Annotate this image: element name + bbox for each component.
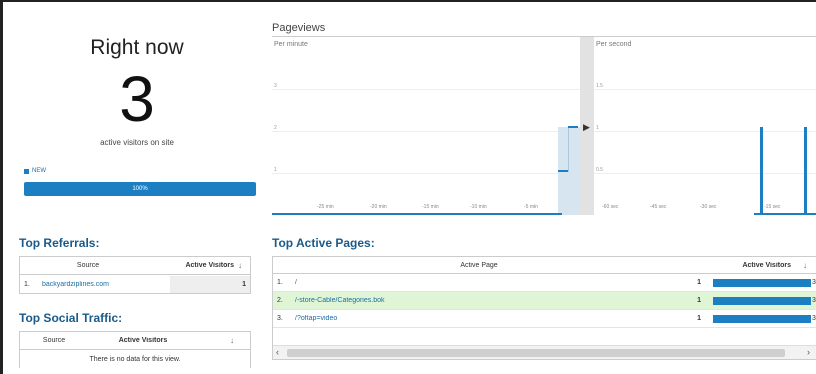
y-axis-label: 2 bbox=[274, 125, 277, 131]
gridline bbox=[594, 173, 816, 174]
y-axis-label: 0.5 bbox=[596, 167, 603, 173]
visitors-bar bbox=[713, 296, 811, 305]
table-row: 1. backyardziplines.com 1 bbox=[20, 275, 250, 293]
column-source[interactable]: Source bbox=[20, 262, 156, 269]
empty-message: There is no data for this view. bbox=[89, 355, 181, 363]
sort-down-icon[interactable]: ↓ bbox=[238, 261, 250, 270]
x-tick: -45 sec bbox=[650, 204, 667, 210]
visitors-bar-cell bbox=[705, 314, 811, 323]
x-tick: -15 sec bbox=[764, 204, 781, 210]
gridline bbox=[594, 89, 816, 90]
table-header: Active Page Active Visitors ↓ bbox=[273, 257, 816, 274]
table-row-highlighted: 2. /-store-Cable/Categories.bok 1 3 bbox=[273, 292, 816, 310]
pageviews-title: Pageviews bbox=[272, 22, 326, 34]
bar-value: 3 bbox=[812, 297, 816, 304]
scroll-right-icon[interactable]: › bbox=[807, 347, 810, 357]
new-visitors-bar: 100% bbox=[24, 182, 256, 196]
y-axis-label: 1 bbox=[596, 125, 599, 131]
right-now-title: Right now bbox=[90, 36, 184, 59]
right-now-panel: Right now 3 active visitors on site NEW … bbox=[8, 10, 266, 206]
top-referrals-title: Top Referrals: bbox=[19, 236, 100, 250]
pageviews-chart: Per minute 3 2 1 -25 min -20 min -15 min… bbox=[272, 36, 816, 215]
legend-swatch bbox=[24, 168, 29, 174]
column-active-visitors[interactable]: Active Visitors bbox=[685, 262, 795, 269]
legend-label: NEW bbox=[32, 168, 46, 174]
chart-divider-handle[interactable]: ▶ bbox=[580, 37, 594, 215]
page-link[interactable]: / bbox=[291, 279, 685, 286]
baseline bbox=[754, 213, 816, 215]
sort-down-icon[interactable]: ↓ bbox=[198, 336, 238, 345]
column-source[interactable]: Source bbox=[20, 337, 88, 344]
bar-value: 3 bbox=[812, 315, 816, 322]
row-number: 3. bbox=[277, 315, 283, 322]
visitors-bar-cell bbox=[705, 296, 811, 305]
baseline bbox=[272, 213, 562, 215]
gridline bbox=[272, 173, 580, 174]
x-tick: -10 min bbox=[470, 204, 487, 210]
x-tick: -15 min bbox=[422, 204, 439, 210]
new-visitors-legend: NEW bbox=[24, 168, 46, 174]
gridline bbox=[272, 131, 580, 132]
column-active-visitors[interactable]: Active Visitors bbox=[88, 337, 198, 344]
line-segment bbox=[568, 126, 578, 128]
page-link[interactable]: /-store-Cable/Categories.bok bbox=[291, 297, 685, 304]
table-header: Source Active Visitors ↓ bbox=[20, 257, 250, 275]
column-active-page[interactable]: Active Page bbox=[273, 262, 685, 269]
scrollbar-thumb[interactable] bbox=[287, 349, 785, 357]
top-pages-table: Active Page Active Visitors ↓ 1. / 1 3 2… bbox=[272, 256, 816, 360]
y-axis-label: 1 bbox=[274, 167, 277, 173]
x-tick: -5 min bbox=[524, 204, 538, 210]
referral-visitors: 1 bbox=[170, 275, 250, 293]
page-visitors: 1 bbox=[697, 297, 701, 304]
page-visitors: 1 bbox=[697, 279, 701, 286]
x-tick: -25 min bbox=[317, 204, 334, 210]
visitors-bar bbox=[713, 278, 811, 287]
visitors-bar-cell bbox=[705, 278, 811, 287]
gridline bbox=[272, 89, 580, 90]
chevron-right-icon: ▶ bbox=[583, 122, 590, 132]
visitors-bar bbox=[713, 314, 811, 323]
page-link[interactable]: /?oftap=video bbox=[291, 315, 685, 322]
per-second-label: Per second bbox=[596, 41, 632, 48]
second-bar bbox=[760, 127, 763, 215]
row-number: 1. bbox=[277, 279, 283, 286]
y-axis-label: 3 bbox=[274, 83, 277, 89]
horizontal-scrollbar[interactable]: ‹ › bbox=[273, 345, 816, 359]
column-active-visitors[interactable]: Active Visitors bbox=[156, 262, 238, 269]
bar-value: 3 bbox=[812, 279, 816, 286]
active-visitors-caption: active visitors on site bbox=[100, 138, 174, 147]
y-axis-label: 1.5 bbox=[596, 83, 603, 89]
referral-source-link[interactable]: backyardziplines.com bbox=[38, 281, 170, 288]
top-pages-title: Top Active Pages: bbox=[272, 236, 375, 250]
x-tick: -60 sec bbox=[602, 204, 619, 210]
per-minute-label: Per minute bbox=[274, 41, 308, 48]
top-social-table: Source Active Visitors ↓ There is no dat… bbox=[19, 331, 251, 368]
per-second-chart: Per second 1.5 1 0.5 -60 sec -45 sec -30… bbox=[594, 37, 816, 215]
active-visitor-count: 3 bbox=[119, 63, 155, 135]
gridline bbox=[594, 131, 816, 132]
second-bar bbox=[804, 127, 807, 215]
x-tick: -20 min bbox=[370, 204, 387, 210]
page-visitors: 1 bbox=[697, 315, 701, 322]
row-number: 1. bbox=[24, 280, 30, 288]
top-referrals-table: Source Active Visitors ↓ 1. backyardzipl… bbox=[19, 256, 251, 294]
top-social-title: Top Social Traffic: bbox=[19, 311, 123, 325]
row-number: 2. bbox=[277, 297, 283, 304]
sort-down-icon[interactable]: ↓ bbox=[795, 261, 815, 270]
scroll-left-icon[interactable]: ‹ bbox=[276, 347, 279, 357]
table-row: 3. /?oftap=video 1 3 bbox=[273, 310, 816, 328]
per-minute-chart: Per minute 3 2 1 -25 min -20 min -15 min… bbox=[272, 37, 580, 215]
table-row: 1. / 1 3 bbox=[273, 274, 816, 292]
line-segment bbox=[558, 170, 568, 172]
line-segment bbox=[568, 126, 569, 172]
x-tick: -30 sec bbox=[700, 204, 717, 210]
table-header: Source Active Visitors ↓ bbox=[20, 332, 250, 350]
